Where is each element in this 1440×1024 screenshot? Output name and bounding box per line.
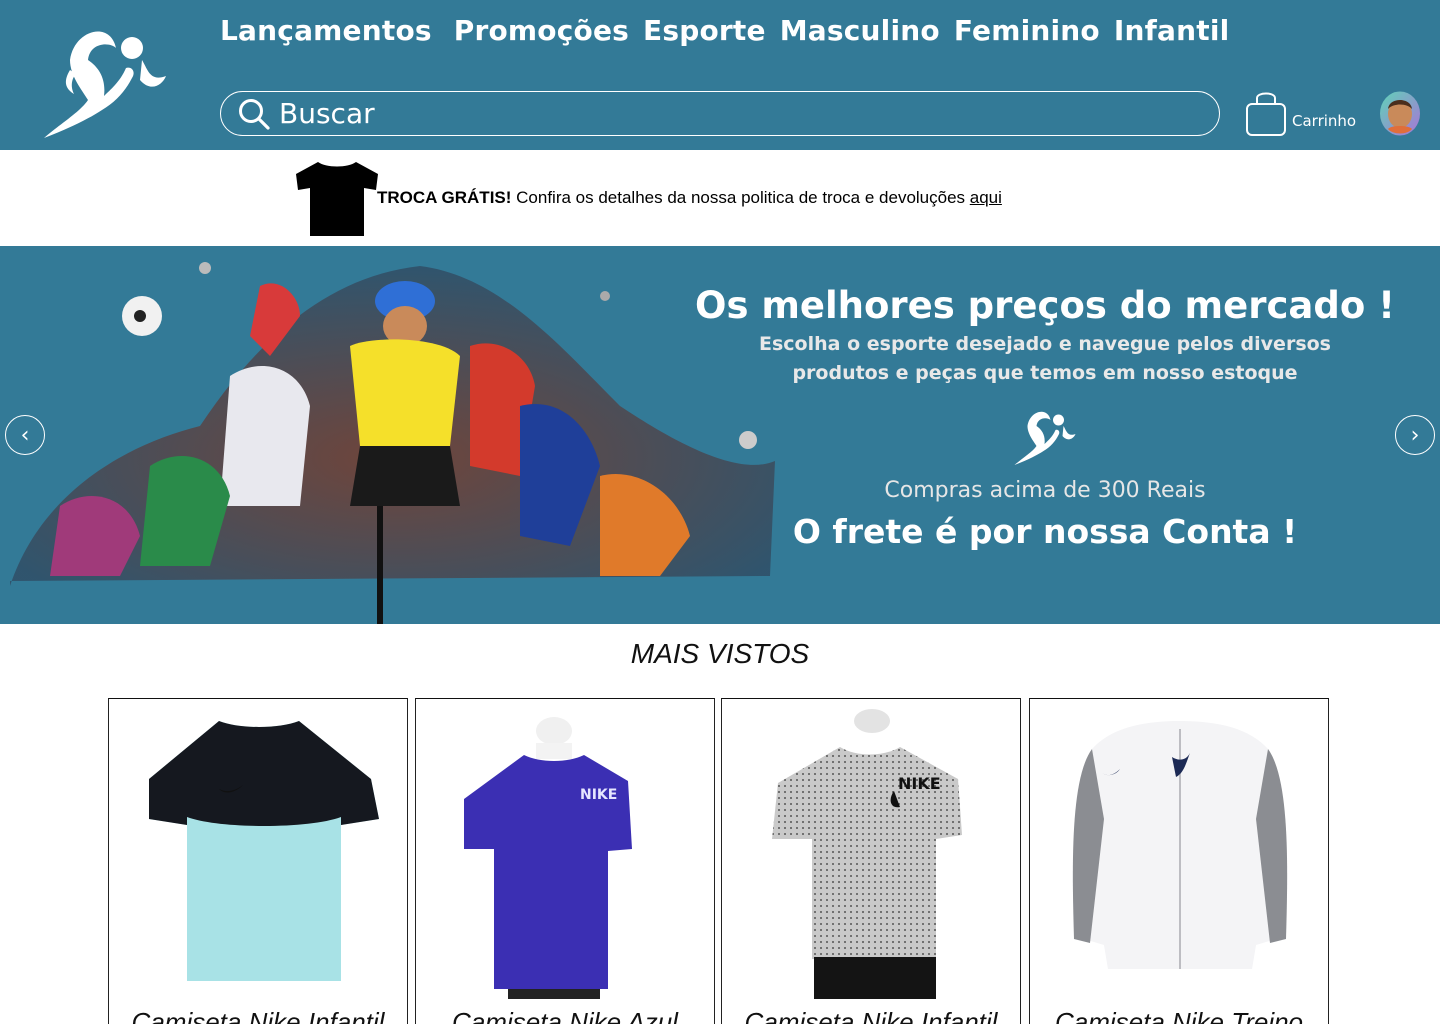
nav-promocoes[interactable]: Promoções — [454, 14, 629, 47]
product-image-training-jacket — [1072, 721, 1288, 969]
runner-logo-icon[interactable] — [40, 20, 170, 140]
hero-banner: Os melhores preços do mercado ! Escolha … — [0, 246, 1440, 624]
product-name[interactable]: Camiseta Nike Infantil — [109, 1007, 407, 1024]
banner-free-shipping-headline: O frete é por nossa Conta ! — [792, 512, 1298, 551]
product-image-kids-tshirt — [149, 721, 379, 981]
product-card[interactable]: Camiseta Nike Treino — [1029, 698, 1329, 1024]
notice-body: Confira os detalhes da nossa politica de… — [511, 188, 970, 207]
svg-text:NIKE: NIKE — [898, 774, 941, 793]
nav-lancamentos[interactable]: Lançamentos — [220, 14, 432, 47]
exchange-notice: TROCA GRÁTIS! Confira os detalhes da nos… — [0, 150, 1440, 246]
banner-free-shipping-condition: Compras acima de 300 Reais — [884, 478, 1206, 503]
product-name[interactable]: Camiseta Nike Treino — [1030, 1007, 1328, 1024]
notice-text: TROCA GRÁTIS! Confira os detalhes da nos… — [377, 188, 1002, 208]
product-card[interactable]: NIKE Camiseta Nike Azul — [415, 698, 715, 1024]
search-icon[interactable] — [237, 97, 271, 131]
product-card[interactable]: NIKE Camiseta Nike Infantil — [721, 698, 1021, 1024]
search-bar[interactable] — [220, 91, 1220, 136]
banner-subtitle-line1: Escolha o esporte desejado e navegue pel… — [759, 333, 1331, 355]
notice-bold: TROCA GRÁTIS! — [377, 188, 512, 207]
banner-subtitle: Escolha o esporte desejado e navegue pel… — [650, 330, 1440, 388]
carousel-next-button[interactable]: › — [1395, 415, 1435, 455]
banner-subtitle-line2: produtos e peças que temos em nosso esto… — [792, 362, 1298, 384]
nav-infantil[interactable]: Infantil — [1114, 14, 1230, 47]
site-header: Lançamentos Promoções Esporte Masculino … — [0, 0, 1440, 150]
nav-esporte[interactable]: Esporte — [643, 14, 766, 47]
nav-masculino[interactable]: Masculino — [780, 14, 940, 47]
user-avatar-icon[interactable] — [1379, 91, 1421, 136]
cart-label: Carrinho — [1292, 112, 1357, 130]
runner-logo-icon — [1014, 411, 1076, 465]
product-card[interactable]: Camiseta Nike Infantil — [108, 698, 408, 1024]
product-image-blue-tshirt: NIKE — [464, 717, 632, 999]
exchange-policy-link[interactable]: aqui — [970, 188, 1002, 207]
cart-button[interactable]: Carrinho — [1244, 88, 1356, 138]
carousel-prev-button[interactable]: ‹ — [5, 415, 45, 455]
nav-feminino[interactable]: Feminino — [954, 14, 1100, 47]
product-image-grey-tshirt: NIKE — [772, 709, 962, 999]
banner-title: Os melhores preços do mercado ! — [694, 284, 1396, 327]
tshirt-icon — [296, 162, 378, 236]
search-input[interactable] — [279, 97, 1179, 130]
product-name[interactable]: Camiseta Nike Infantil — [722, 1007, 1020, 1024]
section-title-most-viewed: MAIS VISTOS — [630, 638, 810, 669]
product-name[interactable]: Camiseta Nike Azul — [416, 1007, 714, 1024]
main-nav: Lançamentos Promoções Esporte Masculino … — [220, 14, 1243, 47]
shopping-bag-icon[interactable] — [1244, 88, 1288, 138]
svg-text:NIKE: NIKE — [580, 787, 617, 803]
